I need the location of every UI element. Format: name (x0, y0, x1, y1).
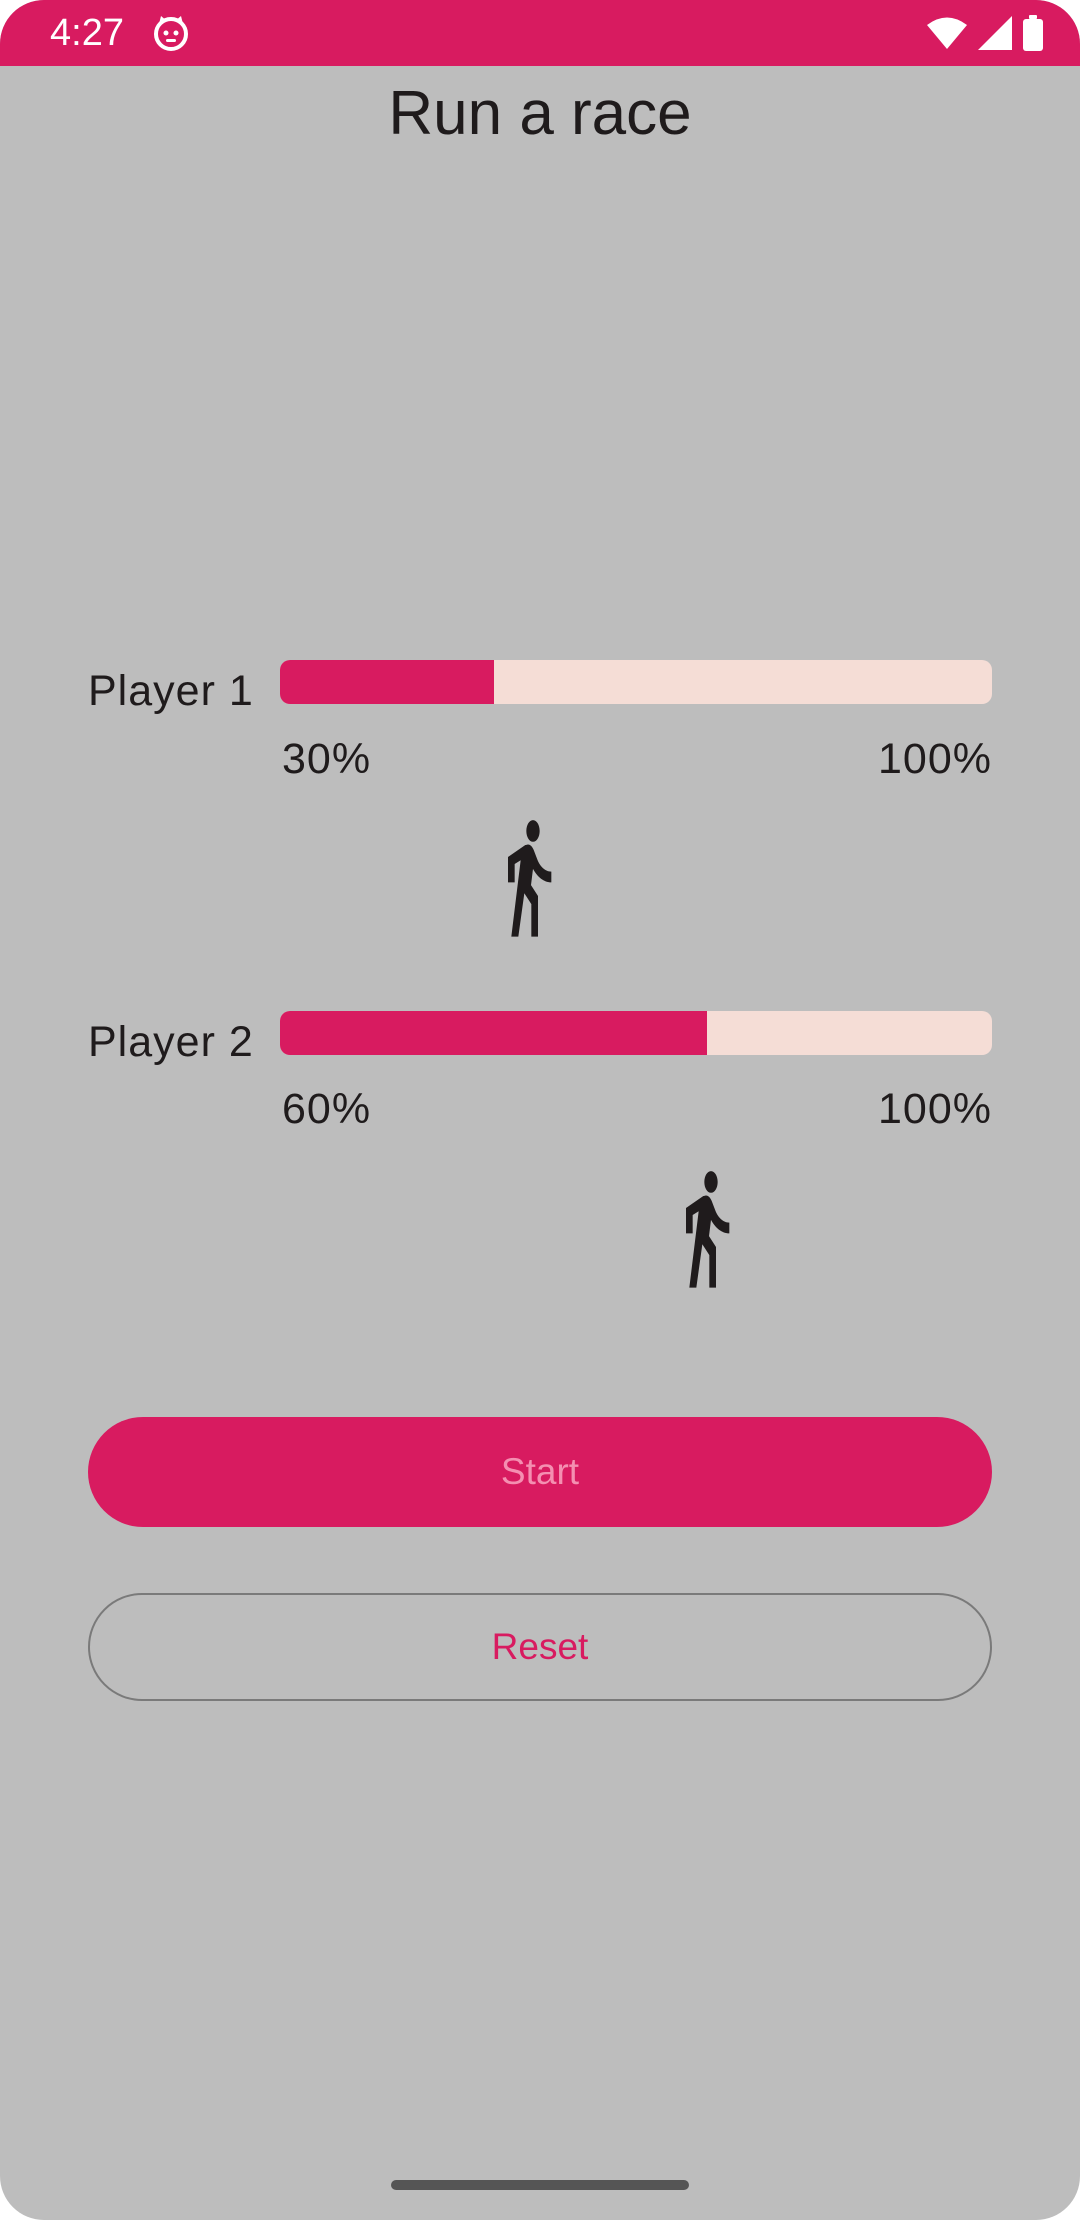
player-1-label: Player 1 (88, 667, 254, 715)
app-screen: 4:27 Run a race Player 1 30% 100% Player… (0, 0, 1080, 2220)
walking-person-icon (686, 1171, 730, 1288)
player-1-progress-bar (280, 660, 992, 704)
android-cat-icon (154, 16, 188, 51)
player-1-progress-value: 30% (282, 735, 372, 783)
player-2-progress-value: 60% (282, 1085, 372, 1133)
wifi-icon (927, 17, 967, 49)
home-indicator[interactable] (391, 2180, 689, 2190)
cellular-signal-icon (978, 16, 1012, 50)
reset-button[interactable]: Reset (88, 1593, 992, 1701)
player-2-label: Player 2 (88, 1018, 254, 1066)
player-1-progress-fill (280, 660, 494, 704)
player-2-progress-bar (280, 1011, 992, 1055)
player-2-max-value: 100% (878, 1085, 992, 1133)
status-time: 4:27 (50, 12, 124, 54)
status-bar: 4:27 (0, 0, 1080, 66)
player-2-progress-fill (280, 1011, 708, 1055)
walking-person-icon (508, 820, 552, 937)
status-icons (926, 14, 1044, 52)
page-title: Run a race (388, 79, 692, 148)
start-button[interactable]: Start (88, 1417, 992, 1527)
battery-icon (1023, 15, 1043, 51)
player-1-max-value: 100% (878, 735, 992, 783)
